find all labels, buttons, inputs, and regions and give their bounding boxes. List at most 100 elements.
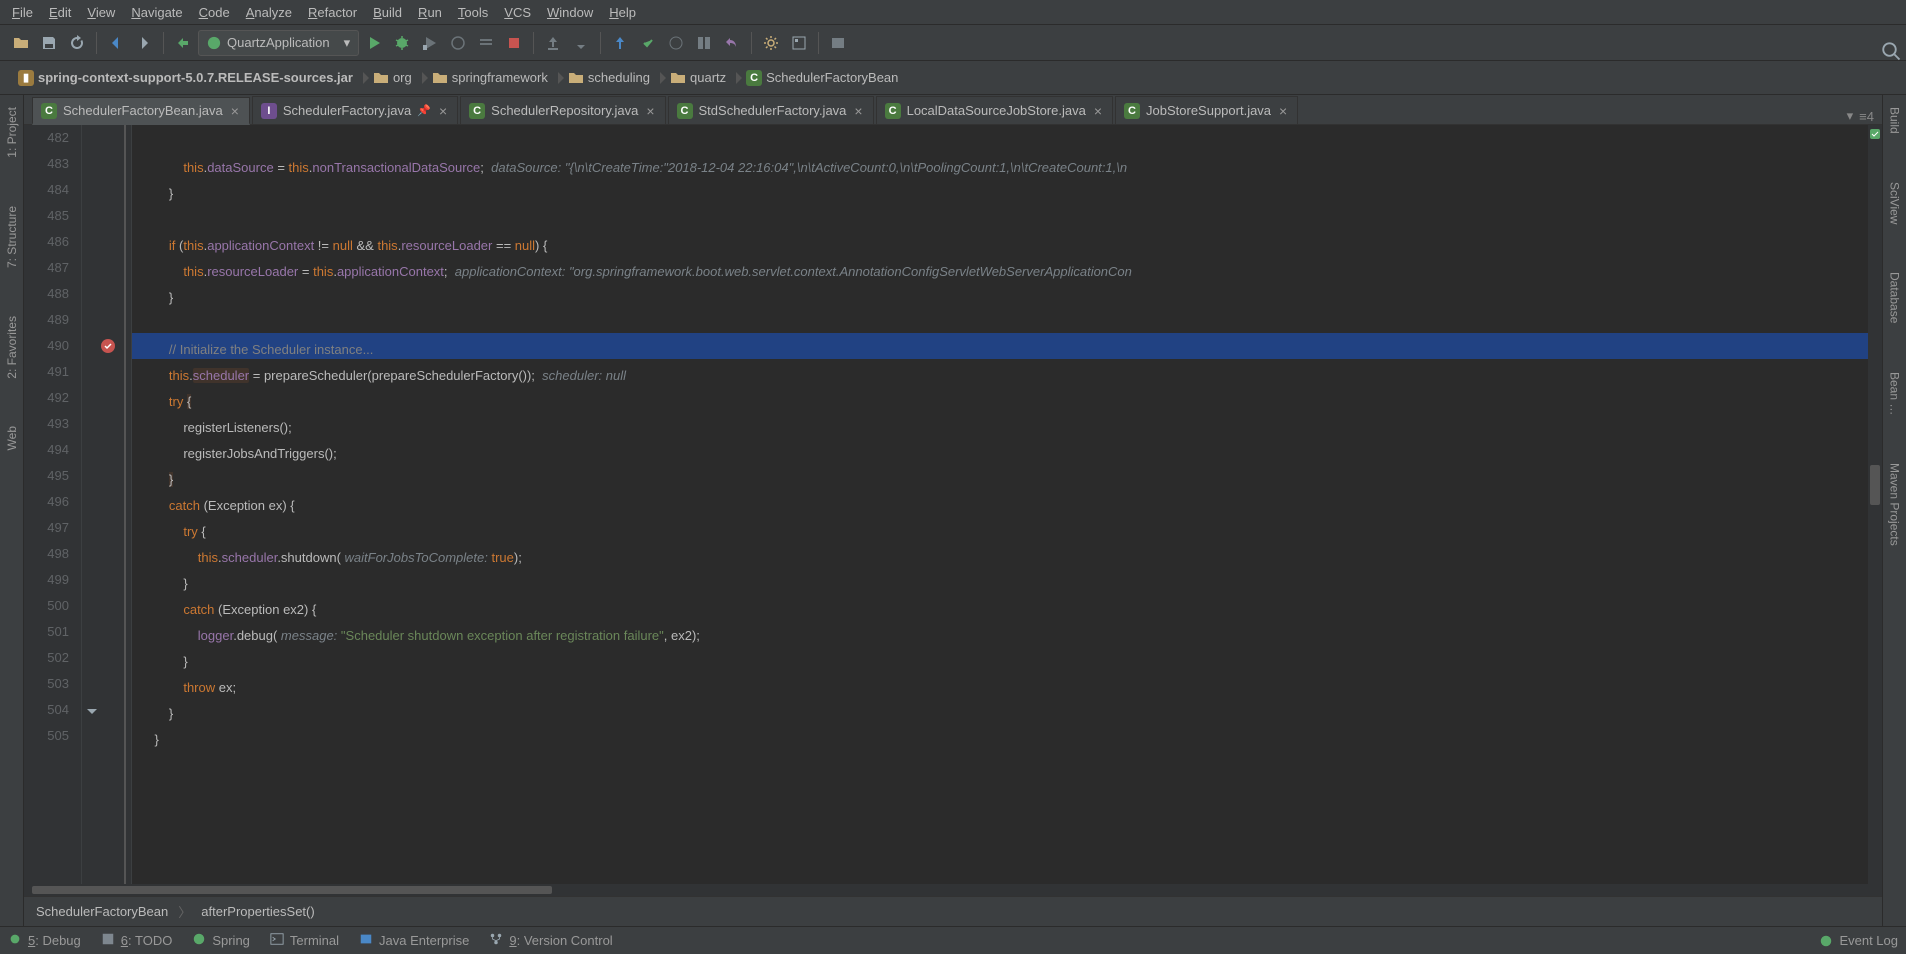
menu-run[interactable]: Run <box>410 3 450 22</box>
horizontal-scrollbar[interactable] <box>24 884 1882 896</box>
code-line[interactable]: if (this.applicationContext != null && t… <box>140 233 1882 259</box>
code-line[interactable] <box>140 753 1882 779</box>
event-log-button[interactable]: Event Log <box>1819 933 1898 948</box>
line-number[interactable]: 482 <box>24 125 69 151</box>
code-line[interactable]: } <box>140 285 1882 311</box>
vcs-commit-button[interactable] <box>635 30 661 56</box>
menu-build[interactable]: Build <box>365 3 410 22</box>
line-number[interactable]: 491 <box>24 359 69 385</box>
menu-view[interactable]: View <box>79 3 123 22</box>
right-tool-bean--[interactable]: Bean … <box>1886 368 1904 419</box>
code-line[interactable]: } <box>140 649 1882 675</box>
code-area[interactable]: this.dataSource = this.nonTransactionalD… <box>132 125 1882 884</box>
menu-window[interactable]: Window <box>539 3 601 22</box>
code-line[interactable]: this.scheduler = prepareScheduler(prepar… <box>140 363 1882 389</box>
editor-tab[interactable]: CLocalDataSourceJobStore.java× <box>876 96 1113 124</box>
code-line[interactable]: } <box>140 467 1882 493</box>
right-tool-sciview[interactable]: SciView <box>1886 178 1904 228</box>
hscroll-thumb[interactable] <box>32 886 552 894</box>
sync-button[interactable] <box>64 30 90 56</box>
vcs-history-button[interactable] <box>663 30 689 56</box>
forward-button[interactable] <box>131 30 157 56</box>
code-line[interactable]: } <box>140 571 1882 597</box>
build-button[interactable] <box>170 30 196 56</box>
line-number[interactable]: 489 <box>24 307 69 333</box>
breadcrumb-item[interactable]: scheduling <box>558 65 660 91</box>
code-editor[interactable]: 4824834844854864874884894904914924934944… <box>24 125 1882 884</box>
editor-breadcrumb-item[interactable]: afterPropertiesSet() <box>201 904 314 919</box>
save-all-button[interactable] <box>36 30 62 56</box>
code-line[interactable]: registerJobsAndTriggers(); <box>140 441 1882 467</box>
settings-button[interactable] <box>758 30 784 56</box>
execution-point-icon[interactable] <box>100 338 116 354</box>
line-number[interactable]: 503 <box>24 671 69 697</box>
line-number[interactable]: 497 <box>24 515 69 541</box>
line-number[interactable]: 505 <box>24 723 69 749</box>
editor-tab[interactable]: CJobStoreSupport.java× <box>1115 96 1298 124</box>
left-tool----favorites[interactable]: 2: Favorites <box>3 312 21 383</box>
menu-help[interactable]: Help <box>601 3 644 22</box>
right-tool-maven-projects[interactable]: Maven Projects <box>1886 459 1904 550</box>
menu-analyze[interactable]: Analyze <box>238 3 300 22</box>
breadcrumb-item[interactable]: CSchedulerFactoryBean <box>736 65 908 91</box>
debug-button[interactable] <box>389 30 415 56</box>
editor-tab[interactable]: CStdSchedulerFactory.java× <box>668 96 874 124</box>
editor-tab[interactable]: CSchedulerRepository.java× <box>460 96 665 124</box>
code-line[interactable]: this.resourceLoader = this.applicationCo… <box>140 259 1882 285</box>
editor-breadcrumbs[interactable]: SchedulerFactoryBean〉afterPropertiesSet(… <box>24 896 1882 926</box>
profile-button[interactable] <box>445 30 471 56</box>
project-structure-button[interactable] <box>786 30 812 56</box>
left-tool----project[interactable]: 1: Project <box>3 103 21 162</box>
line-number[interactable]: 502 <box>24 645 69 671</box>
stop-button[interactable] <box>501 30 527 56</box>
menu-navigate[interactable]: Navigate <box>123 3 190 22</box>
gutter-icons[interactable] <box>82 125 132 884</box>
menu-code[interactable]: Code <box>191 3 238 22</box>
line-number[interactable]: 499 <box>24 567 69 593</box>
code-line[interactable]: } <box>140 701 1882 727</box>
commit-button[interactable] <box>568 30 594 56</box>
close-tab-button[interactable]: × <box>852 103 864 119</box>
code-line[interactable]: } <box>140 181 1882 207</box>
fold-toggle-icon[interactable] <box>84 702 100 718</box>
close-tab-button[interactable]: × <box>1092 103 1104 119</box>
code-line[interactable] <box>140 311 1882 337</box>
tabs-overflow[interactable]: ▾≡4 <box>1847 108 1882 124</box>
menu-file[interactable]: File <box>4 3 41 22</box>
line-number[interactable]: 500 <box>24 593 69 619</box>
line-number[interactable]: 498 <box>24 541 69 567</box>
editor-tab[interactable]: CSchedulerFactoryBean.java× <box>32 97 250 125</box>
close-tab-button[interactable]: × <box>437 103 449 119</box>
code-line[interactable]: throw ex; <box>140 675 1882 701</box>
vcs-diff-button[interactable] <box>691 30 717 56</box>
vcs-revert-button[interactable] <box>719 30 745 56</box>
line-number[interactable]: 496 <box>24 489 69 515</box>
menu-edit[interactable]: Edit <box>41 3 79 22</box>
line-number[interactable]: 486 <box>24 229 69 255</box>
close-tab-button[interactable]: × <box>1277 103 1289 119</box>
run-config-selector[interactable]: QuartzApplication ▾ <box>198 30 359 56</box>
bottom-tool-debug[interactable]: 5: Debug <box>8 932 81 949</box>
breadcrumb-item[interactable]: springframework <box>422 65 558 91</box>
right-tool-database[interactable]: Database <box>1886 268 1904 327</box>
close-tab-button[interactable]: × <box>644 103 656 119</box>
line-number[interactable]: 488 <box>24 281 69 307</box>
search-everywhere-button[interactable] <box>1882 42 1902 62</box>
bottom-tool-terminal[interactable]: Terminal <box>270 932 339 949</box>
line-number[interactable]: 483 <box>24 151 69 177</box>
bottom-tool-jee[interactable]: Java Enterprise <box>359 932 469 949</box>
code-line[interactable]: } <box>140 727 1882 753</box>
code-line[interactable]: catch (Exception ex) { <box>140 493 1882 519</box>
breadcrumb-item[interactable]: org <box>363 65 422 91</box>
line-number[interactable]: 501 <box>24 619 69 645</box>
breadcrumb-item[interactable]: ▮spring-context-support-5.0.7.RELEASE-so… <box>8 65 363 91</box>
line-number[interactable]: 495 <box>24 463 69 489</box>
line-number[interactable]: 487 <box>24 255 69 281</box>
left-tool----structure[interactable]: 7: Structure <box>3 202 21 272</box>
breadcrumb-item[interactable]: quartz <box>660 65 736 91</box>
line-number-gutter[interactable]: 4824834844854864874884894904914924934944… <box>24 125 82 884</box>
code-line[interactable]: this.scheduler.shutdown( waitForJobsToCo… <box>140 545 1882 571</box>
close-tab-button[interactable]: × <box>229 103 241 119</box>
run-coverage-button[interactable] <box>417 30 443 56</box>
code-line[interactable]: try { <box>140 389 1882 415</box>
